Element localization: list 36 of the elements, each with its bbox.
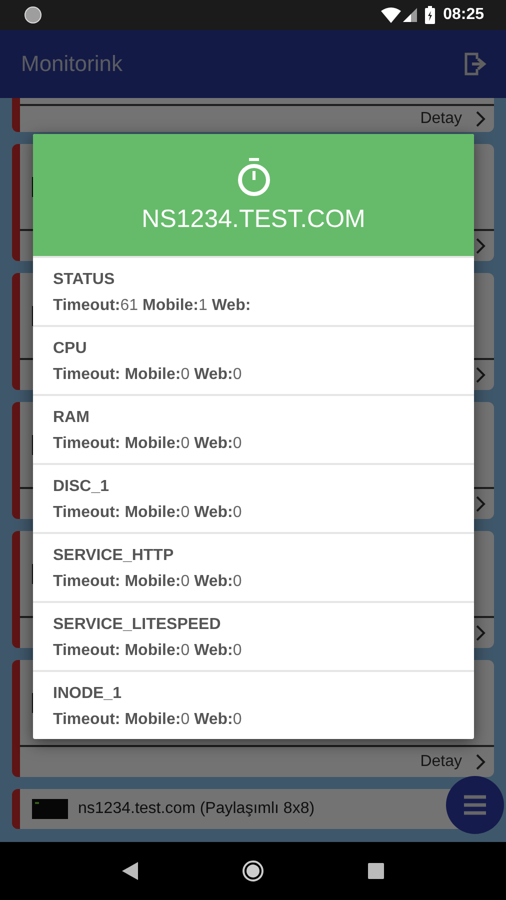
check-name: CPU (53, 340, 88, 358)
check-result: Timeout: Mobile:0 Web:0 (53, 366, 243, 384)
dialog-title: NS1234.TEST.COM (142, 204, 366, 234)
home-icon[interactable] (242, 860, 264, 882)
check-name: DISC_1 (53, 478, 110, 496)
check-result: Timeout:61 Mobile:1 Web: (53, 297, 252, 315)
chevron-right-icon[interactable] (476, 625, 486, 641)
check-name: STATUS (53, 271, 116, 289)
check-result: Timeout: Mobile:0 Web:0 (53, 435, 243, 453)
check-result: Timeout: Mobile:0 Web:0 (53, 504, 243, 522)
check-result: Timeout: Mobile:0 Web:0 (53, 573, 243, 591)
battery-icon (425, 6, 436, 24)
check-result: Timeout: Mobile:0 Web:0 (53, 642, 243, 660)
check-name: SERVICE_LITESPEED (53, 616, 222, 634)
server-card[interactable]: Detay (12, 98, 494, 132)
check-name: RAM (53, 409, 90, 427)
chevron-right-icon[interactable] (476, 111, 486, 127)
logout-icon[interactable] (464, 51, 488, 77)
stopwatch-icon (236, 156, 272, 196)
check-name: INODE_1 (53, 685, 122, 703)
detail-link[interactable]: Detay (420, 753, 462, 771)
clock-time: 08:25 (443, 6, 484, 24)
check-result: Timeout: Mobile:0 Web:0 (53, 711, 243, 729)
chevron-right-icon[interactable] (476, 754, 486, 770)
check-name: SERVICE_HTTP (53, 547, 175, 565)
signal-icon (403, 8, 418, 22)
notification-dot-icon (24, 6, 42, 24)
app-title: Monitorink (21, 51, 124, 77)
chevron-right-icon[interactable] (476, 238, 486, 254)
server-name: ns1234.test.com (Paylaşımlı 8x8) (78, 800, 315, 818)
chevron-right-icon[interactable] (476, 367, 486, 383)
server-icon (32, 799, 68, 819)
detail-link[interactable]: Detay (420, 110, 462, 128)
menu-icon (464, 795, 486, 815)
back-icon[interactable] (122, 862, 138, 880)
chevron-right-icon[interactable] (476, 496, 486, 512)
